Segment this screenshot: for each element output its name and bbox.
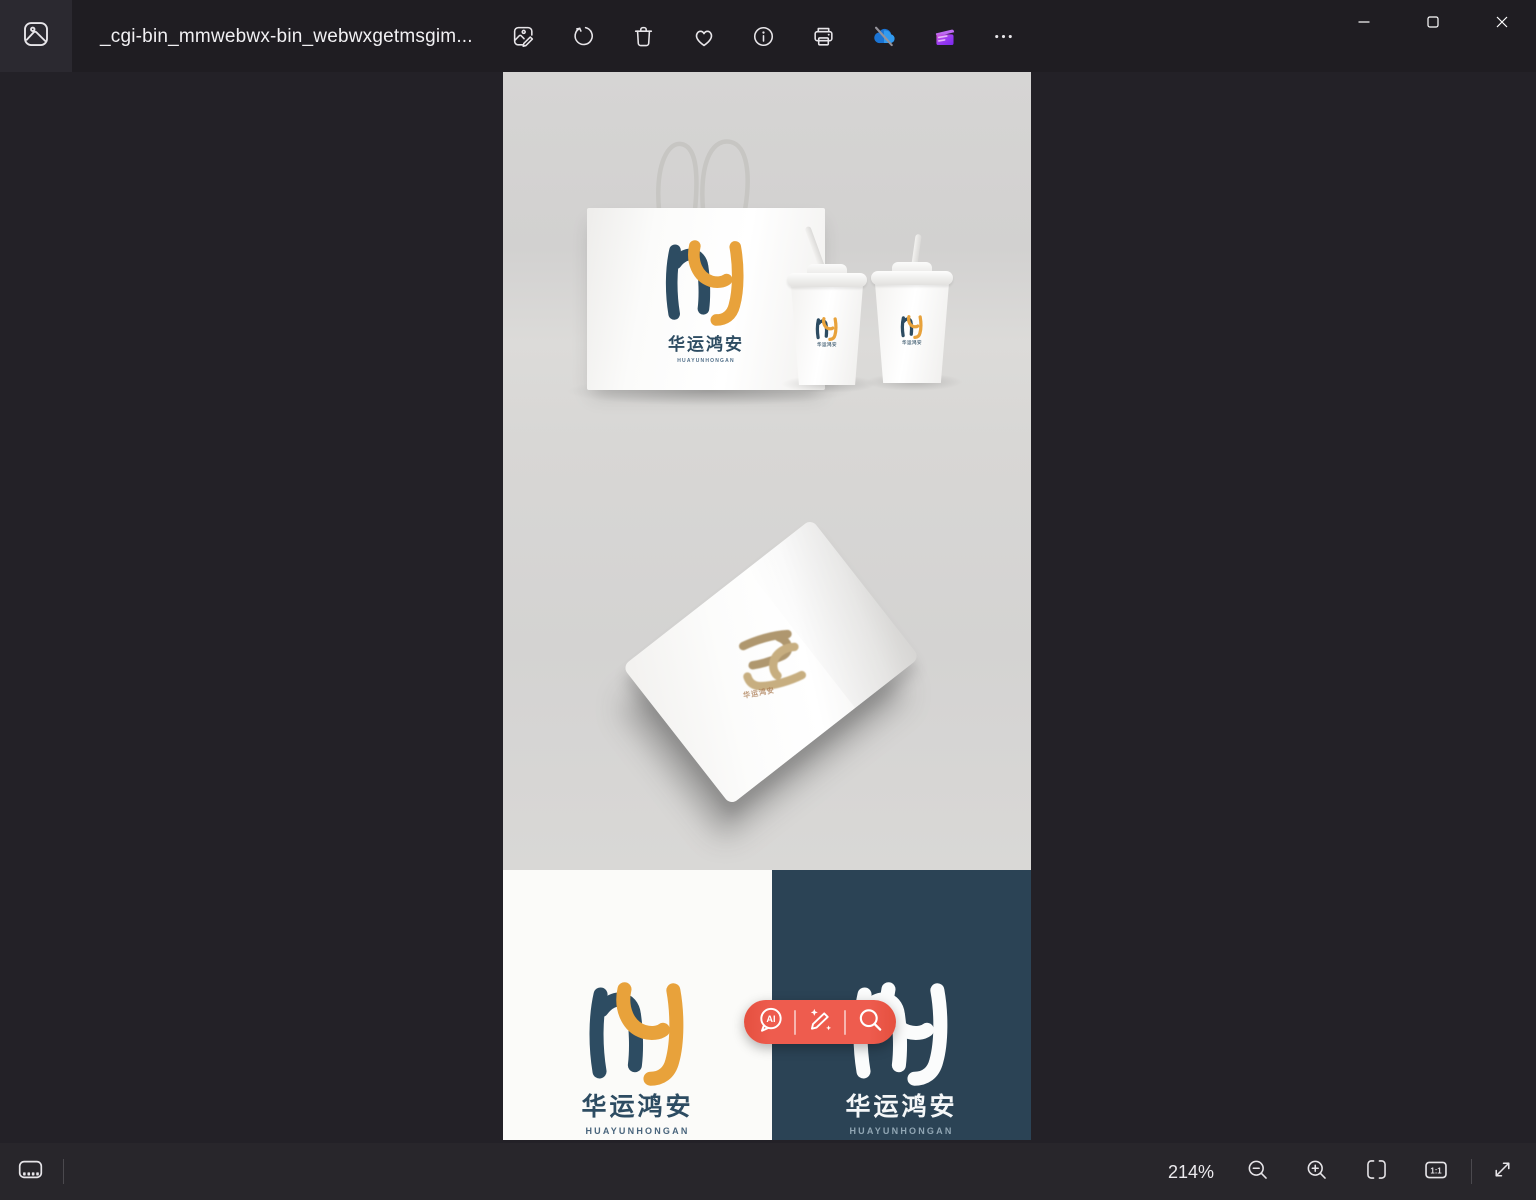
panel-brand-en: HUAYUNHONGAN: [585, 1126, 690, 1136]
fullscreen-button[interactable]: [1482, 1151, 1522, 1191]
edit-image-icon: [511, 24, 536, 49]
panel-brand-cn: 华运鸿安: [845, 1093, 958, 1121]
ellipsis-icon: [991, 24, 1016, 49]
hy-logo: [596, 989, 676, 1079]
maximize-icon: [1421, 10, 1445, 34]
fit-to-window-button[interactable]: [1356, 1151, 1396, 1191]
cup-mockup: 华运鸿安: [871, 233, 953, 383]
printer-icon: [811, 24, 836, 49]
close-icon: [1490, 10, 1514, 34]
zoom-in-icon: [1304, 1157, 1329, 1185]
window-title: _cgi-bin_mmwebwx-bin_webwxgetmsgim...: [100, 26, 473, 47]
visual-search-button[interactable]: [855, 1007, 885, 1037]
zoom-out-button[interactable]: [1237, 1151, 1277, 1191]
zoom-in-button[interactable]: [1296, 1151, 1336, 1191]
ai-overlay-pill: AI: [744, 1000, 896, 1044]
statusbar: 214% 1:1: [0, 1143, 1536, 1200]
cup-mockup: 华运鸿安: [787, 225, 867, 385]
ai-bubble-icon: AI: [756, 1006, 785, 1038]
trash-icon: [631, 24, 656, 49]
toolbar: [503, 16, 1024, 57]
rotate-icon: [571, 24, 596, 49]
statusbar-divider: [1471, 1159, 1472, 1184]
cup-body: 华运鸿安: [875, 283, 949, 383]
maximize-button[interactable]: [1398, 0, 1467, 44]
bag-brand-en: HUAYUNHONGAN: [677, 358, 735, 364]
cup-lid-rim: [871, 271, 953, 285]
app-icon-box[interactable]: [0, 0, 72, 72]
delete-button[interactable]: [623, 16, 664, 57]
paper-sheet-mockup: [622, 518, 920, 806]
pill-divider: [794, 1009, 796, 1035]
cup-brand-cn: 华运鸿安: [817, 342, 837, 347]
logo-panel-light: 华运鸿安 HUAYUNHONGAN: [503, 870, 772, 1140]
favorite-button[interactable]: [683, 16, 724, 57]
photo-image[interactable]: 华运鸿安 HUAYUNHONGAN 华运鸿安 华运鸿安 华运鸿安 华运鸿安 HU…: [503, 72, 1031, 1140]
magic-edit-button[interactable]: [805, 1007, 835, 1037]
ai-label: AI: [766, 1014, 775, 1024]
cup-lid-rim: [787, 273, 867, 287]
close-button[interactable]: [1467, 0, 1536, 44]
photos-app-icon: [21, 19, 51, 54]
cup-brand-cn: 华运鸿安: [902, 340, 922, 345]
zoom-level-label: 214%: [1168, 1162, 1215, 1182]
see-more-button[interactable]: [983, 16, 1024, 57]
panel-brand-cn: 华运鸿安: [581, 1093, 694, 1121]
panel-brand-en: HUAYUNHONGAN: [849, 1126, 954, 1136]
info-button[interactable]: [743, 16, 784, 57]
hy-logo: [902, 316, 921, 338]
actual-size-label: 1:1: [1430, 1166, 1442, 1175]
filmstrip-toggle-button[interactable]: [10, 1151, 50, 1191]
edit-image-button[interactable]: [503, 16, 544, 57]
minimize-icon: [1352, 10, 1376, 34]
print-button[interactable]: [803, 16, 844, 57]
titlebar: _cgi-bin_mmwebwx-bin_webwxgetmsgim...: [0, 0, 1536, 72]
bag-handles: [656, 139, 750, 210]
bag-brand-cn: 华运鸿安: [668, 335, 744, 354]
search-icon: [856, 1006, 885, 1038]
onedrive-status-button[interactable]: [863, 16, 904, 57]
rotate-button[interactable]: [563, 16, 604, 57]
clipchamp-icon: [931, 24, 957, 50]
actual-size-icon: 1:1: [1423, 1157, 1449, 1186]
photos-app-window: _cgi-bin_mmwebwx-bin_webwxgetmsgim... 华运…: [0, 0, 1536, 1200]
actual-size-button[interactable]: 1:1: [1416, 1151, 1456, 1191]
hy-logo: [671, 246, 738, 320]
fit-to-window-icon: [1364, 1157, 1389, 1185]
info-icon: [751, 24, 776, 49]
minimize-button[interactable]: [1329, 0, 1398, 44]
filmstrip-icon: [17, 1156, 44, 1186]
pill-divider: [844, 1009, 846, 1035]
hy-logo: [817, 318, 836, 340]
brand-mockup-scene: 华运鸿安 HUAYUNHONGAN 华运鸿安 华运鸿安 华运鸿安: [503, 72, 1031, 870]
statusbar-divider: [63, 1159, 64, 1184]
clipchamp-button[interactable]: [923, 16, 964, 57]
heart-icon: [691, 24, 717, 50]
fullscreen-icon: [1490, 1157, 1515, 1185]
cup-body: 华运鸿安: [791, 285, 863, 385]
zoom-out-icon: [1245, 1157, 1270, 1185]
magic-pencil-icon: [805, 1006, 835, 1039]
window-controls: [1329, 0, 1536, 44]
onedrive-cloud-slash-icon: [870, 23, 897, 50]
ai-chat-button[interactable]: AI: [755, 1007, 785, 1037]
